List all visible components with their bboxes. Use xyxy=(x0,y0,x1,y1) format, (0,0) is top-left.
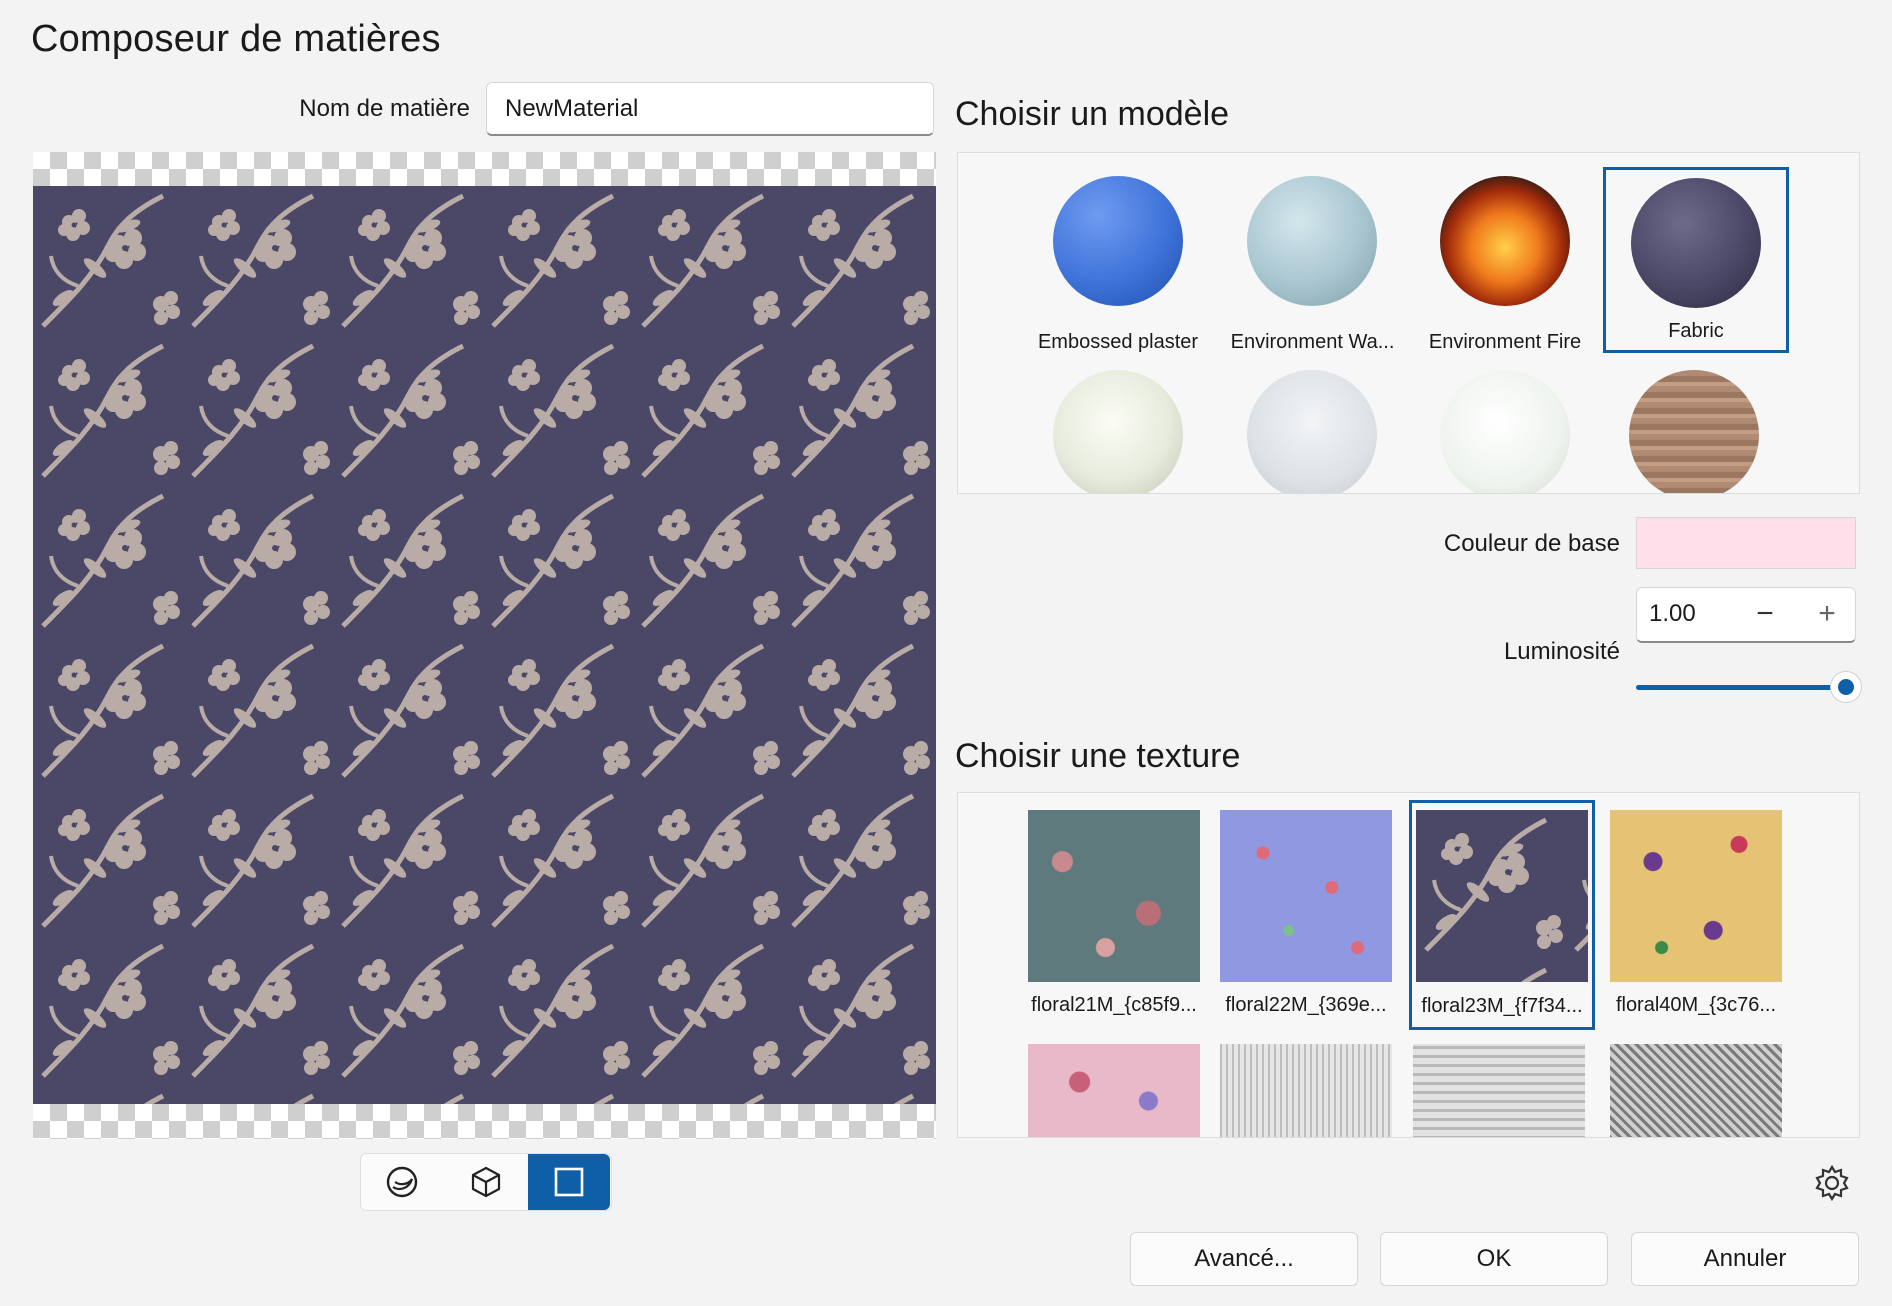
brightness-slider-thumb[interactable] xyxy=(1830,671,1862,703)
texture-label: floral40M_{3c76... xyxy=(1615,994,1777,1016)
model-gallery: Embossed plaster Environment Wa... Envir… xyxy=(957,152,1860,494)
texture-lace-2[interactable] xyxy=(1413,1044,1585,1137)
ok-button[interactable]: OK xyxy=(1380,1232,1608,1286)
brightness-spinbox[interactable]: 1.00 − + xyxy=(1636,587,1856,643)
cube-view-icon xyxy=(471,1166,501,1198)
texture-thumbnail xyxy=(1028,810,1200,982)
model-label: Environment Wa... xyxy=(1230,331,1395,353)
texture-thumbnail xyxy=(1610,810,1782,982)
fabric-preview-image xyxy=(33,186,936,1104)
model-sphere-thumbnail xyxy=(1631,178,1761,308)
gear-icon xyxy=(1815,1164,1849,1202)
texture-mesh[interactable] xyxy=(1610,1044,1782,1137)
texture-label: floral23M_{f7f34... xyxy=(1421,995,1583,1017)
plane-view-button[interactable] xyxy=(528,1154,610,1210)
brightness-label: Luminosité xyxy=(1503,638,1620,665)
texture-floral40m[interactable]: floral40M_{3c76... xyxy=(1610,810,1782,1020)
model-fabric[interactable]: Fabric xyxy=(1603,167,1789,353)
model-embossed-plaster[interactable]: Embossed plaster xyxy=(1033,163,1203,353)
base-color-swatch[interactable] xyxy=(1636,517,1856,569)
brightness-slider-track[interactable] xyxy=(1636,685,1846,690)
texture-label: floral22M_{369e... xyxy=(1225,994,1387,1016)
material-name-input[interactable]: NewMaterial xyxy=(486,82,934,136)
model-section-heading: Choisir un modèle xyxy=(955,95,1230,133)
texture-thumbnail xyxy=(1220,810,1392,982)
sphere-view-button[interactable] xyxy=(361,1154,443,1210)
texture-lace-1[interactable] xyxy=(1220,1044,1392,1137)
texture-gallery: floral21M_{c85f9... floral22M_{369e... f… xyxy=(957,792,1860,1138)
material-name-label: Nom de matière xyxy=(299,95,470,122)
settings-button[interactable] xyxy=(1812,1163,1852,1203)
cube-view-button[interactable] xyxy=(445,1154,527,1210)
brightness-value[interactable]: 1.00 xyxy=(1649,600,1696,628)
decrement-button[interactable]: − xyxy=(1745,594,1785,634)
material-preview xyxy=(33,152,936,1139)
model-sphere-thumbnail xyxy=(1053,176,1183,306)
increment-button[interactable]: + xyxy=(1807,594,1847,634)
texture-section-heading: Choisir une texture xyxy=(955,737,1241,775)
model-label: Fabric xyxy=(1668,320,1724,342)
texture-label: floral21M_{c85f9... xyxy=(1031,994,1197,1016)
plane-view-icon xyxy=(554,1167,584,1197)
texture-floral22m[interactable]: floral22M_{369e... xyxy=(1220,810,1392,1020)
sphere-view-icon xyxy=(386,1166,418,1198)
model-label: Embossed plaster xyxy=(1037,331,1199,353)
window-title: Composeur de matières xyxy=(31,18,441,60)
view-mode-toolbar xyxy=(360,1153,612,1211)
texture-floral-pink[interactable] xyxy=(1028,1044,1200,1137)
advanced-button[interactable]: Avancé... xyxy=(1130,1232,1358,1286)
texture-floral21m[interactable]: floral21M_{c85f9... xyxy=(1028,810,1200,1020)
cancel-button[interactable]: Annuler xyxy=(1631,1232,1859,1286)
model-sphere-thumbnail xyxy=(1440,176,1570,306)
texture-thumbnail xyxy=(1416,810,1588,982)
base-color-label: Couleur de base xyxy=(1443,530,1620,557)
model-glossy-sphere[interactable] xyxy=(1247,370,1377,493)
model-label: Environment Fire xyxy=(1428,331,1582,353)
model-tile-sphere[interactable] xyxy=(1053,370,1183,493)
model-environment-water[interactable]: Environment Wa... xyxy=(1225,163,1400,353)
texture-floral23m[interactable]: floral23M_{f7f34... xyxy=(1409,800,1595,1030)
model-matte-sphere[interactable] xyxy=(1440,370,1570,493)
model-wood-sphere[interactable] xyxy=(1629,370,1759,493)
model-sphere-thumbnail xyxy=(1247,176,1377,306)
model-environment-fire[interactable]: Environment Fire xyxy=(1420,163,1590,353)
